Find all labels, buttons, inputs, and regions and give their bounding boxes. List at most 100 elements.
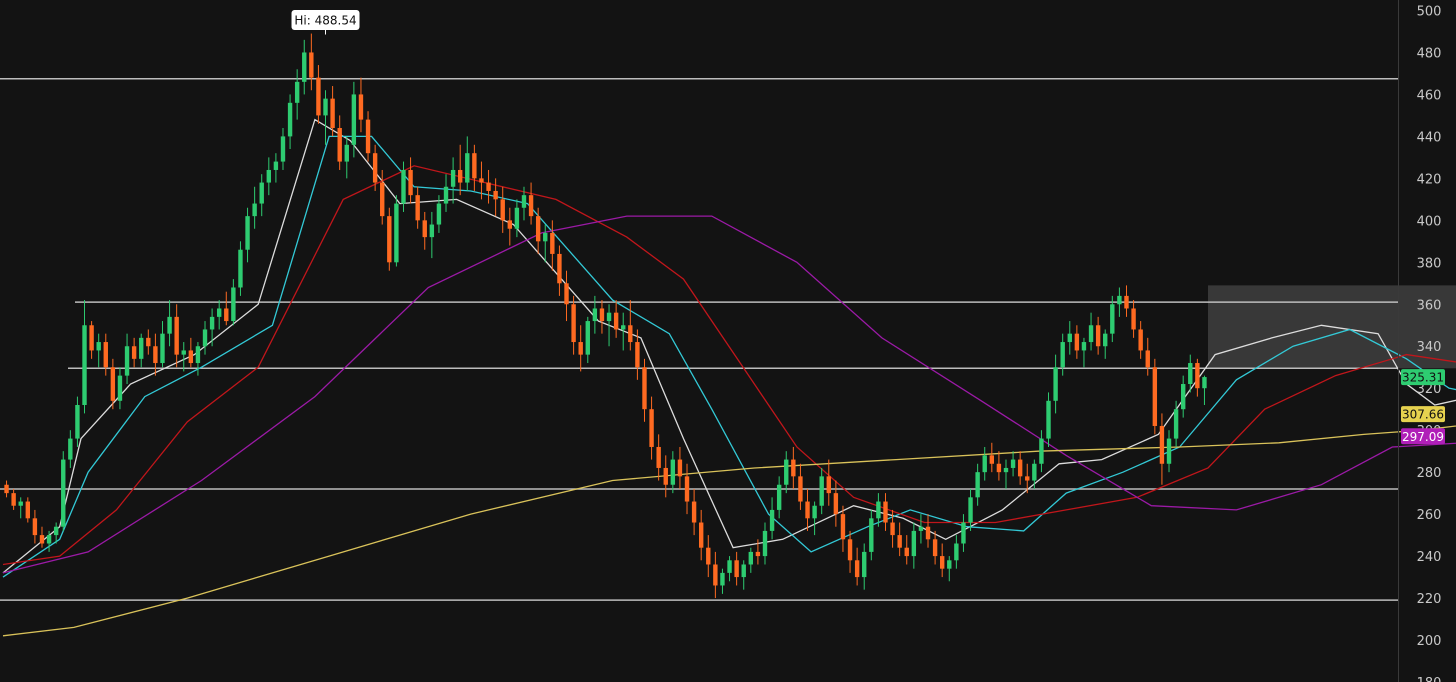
candle-body	[18, 501, 23, 506]
candle-body	[698, 522, 704, 548]
candle-body	[11, 493, 16, 506]
candle-body	[996, 463, 1002, 473]
candle-body	[365, 119, 371, 154]
candle	[61, 451, 66, 531]
candle-body	[25, 501, 31, 519]
candle-body	[1166, 438, 1172, 464]
candle-body	[394, 203, 399, 263]
candle-body	[32, 518, 38, 536]
candle-body	[890, 522, 895, 536]
candle-body	[61, 459, 66, 527]
candle-body	[202, 329, 208, 347]
candle-body	[1025, 476, 1030, 481]
candle-body	[670, 459, 676, 485]
y-tick-label: 360	[1417, 298, 1442, 313]
y-tick-label: 480	[1417, 46, 1442, 61]
price-chart[interactable]: 1802002202402602803003203403603804004204…	[0, 0, 1456, 682]
candle-body	[344, 144, 349, 162]
candle-body	[663, 467, 668, 485]
candle-body	[96, 342, 101, 351]
candle-body	[1010, 459, 1016, 468]
candle-body	[1060, 342, 1065, 368]
candle-body	[103, 342, 108, 368]
candle-body	[989, 455, 995, 464]
candle-body	[734, 560, 739, 578]
candle-body	[75, 405, 80, 439]
candle-body	[224, 308, 229, 322]
candle-body	[1110, 304, 1115, 334]
candle-body	[628, 325, 633, 343]
candle-body	[408, 169, 413, 196]
candle-body	[1159, 425, 1165, 464]
candle-body	[195, 346, 201, 364]
candle-body	[1131, 308, 1136, 330]
candle-body	[273, 161, 279, 170]
candle-body	[918, 526, 924, 531]
candle-body	[1173, 409, 1179, 439]
candle-body	[146, 337, 151, 347]
candle-body	[465, 153, 470, 183]
candle-body	[1180, 384, 1186, 410]
candle-body	[649, 409, 654, 447]
candle-body	[1138, 329, 1143, 351]
candle-body	[713, 564, 718, 586]
candle-body	[720, 572, 725, 586]
candle-body	[939, 556, 945, 569]
candle-body	[330, 98, 335, 129]
candle	[387, 207, 392, 271]
candle-body	[507, 220, 513, 229]
y-tick-label: 440	[1417, 130, 1442, 145]
candle-body	[982, 455, 987, 473]
candle-body	[139, 337, 144, 359]
candle-body	[1117, 295, 1122, 305]
candle-body	[727, 560, 732, 573]
candle-body	[160, 333, 165, 364]
candle-body	[635, 342, 640, 368]
candle-body	[1188, 363, 1193, 385]
candle-body	[188, 350, 194, 364]
candle-body	[1046, 400, 1051, 439]
y-tick-label: 460	[1417, 88, 1442, 103]
y-tick-label: 400	[1417, 214, 1442, 229]
candle-body	[174, 316, 179, 355]
candle-body	[925, 526, 931, 540]
candle-body	[691, 501, 697, 523]
y-tick-label: 500	[1417, 4, 1442, 19]
candle-body	[897, 535, 902, 548]
candle-body	[294, 81, 300, 103]
candle-body	[401, 169, 406, 204]
price-tag-label: 297.09	[1402, 430, 1444, 444]
candle-body	[798, 476, 803, 502]
candle-body	[706, 547, 711, 565]
y-tick-label: 220	[1417, 592, 1442, 607]
candle-body	[231, 287, 236, 322]
candle-body	[337, 128, 342, 162]
candle-body	[500, 199, 505, 221]
candle-body	[1124, 295, 1129, 309]
candle-body	[443, 186, 449, 204]
candle-body	[153, 346, 158, 364]
candle-body	[68, 438, 73, 460]
candle-body	[167, 316, 172, 334]
candle-body	[110, 367, 116, 401]
y-tick-label: 200	[1417, 634, 1442, 649]
candle-body	[642, 367, 647, 410]
y-tick-label: 340	[1417, 340, 1442, 355]
candle-body	[472, 153, 477, 179]
candle-body	[819, 476, 824, 506]
candle-body	[748, 551, 754, 565]
candle-body	[932, 539, 938, 557]
candle-body	[1074, 333, 1080, 351]
candle-body	[46, 535, 52, 544]
candle-body	[535, 216, 541, 242]
y-tick-label: 420	[1417, 172, 1442, 187]
candle-body	[968, 497, 973, 523]
candle-body	[776, 484, 782, 510]
candle-body	[528, 195, 534, 217]
candle-body	[1145, 350, 1150, 368]
candle-body	[216, 308, 222, 317]
candle-body	[422, 220, 427, 238]
candle-body	[911, 530, 917, 557]
candle-body	[287, 102, 293, 137]
candle-body	[599, 308, 605, 322]
